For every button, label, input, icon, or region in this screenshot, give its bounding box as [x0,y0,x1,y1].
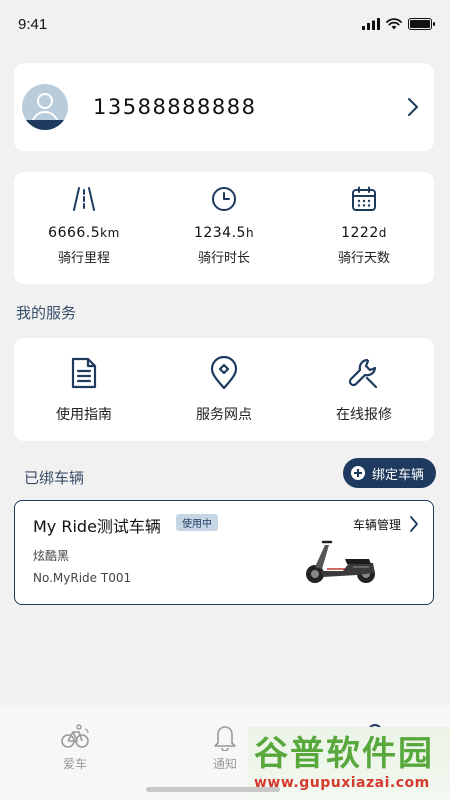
tab-bike[interactable]: 爱车 [0,705,150,800]
profile-phone: 13588888888 [93,95,257,119]
signal-icon [362,18,380,30]
services-card: 使用指南 服务网点 在线报修 [14,338,434,441]
vehicle-id: No.MyRide T001 [33,571,132,585]
watermark-url: www.gupuxiazai.com [254,775,430,791]
status-time: 9:41 [18,16,48,33]
stat-days: 1222d 骑行天数 [294,172,434,284]
watermark-title: 谷普软件园 [254,734,434,774]
wrench-icon [348,358,378,389]
calendar-icon [352,186,376,211]
scooter-image [306,540,375,583]
stat-duration: 1234.5h 骑行时长 [154,172,294,284]
bind-vehicle-label: 绑定车辆 [371,467,424,483]
chevron-right-icon [410,516,418,532]
service-outlets[interactable]: 服务网点 [154,338,294,441]
chevron-right-icon[interactable] [406,97,420,117]
location-pin-icon [210,356,238,390]
service-label: 在线报修 [336,407,392,423]
stat-value: 6666.5km [48,225,120,241]
vehicle-color: 炫酷黑 [33,549,70,563]
stat-label: 骑行时长 [197,251,250,266]
services-title: 我的服务 [16,304,77,322]
wifi-icon [386,18,402,30]
vehicles-title: 已绑车辆 [24,469,85,487]
document-icon [71,357,97,389]
tab-label: 爱车 [62,757,87,771]
stat-value: 1234.5h [193,225,255,241]
profile-card[interactable]: 13588888888 [14,63,434,151]
service-guide[interactable]: 使用指南 [14,338,154,441]
home-indicator [146,787,280,792]
vehicle-manage-label: 车辆管理 [352,517,401,532]
bind-vehicle-button[interactable]: 绑定车辆 [342,458,436,488]
tab-label: 通知 [212,757,237,771]
stat-label: 骑行里程 [57,251,110,266]
service-repair[interactable]: 在线报修 [294,338,434,441]
bike-icon [61,724,89,748]
bell-icon [214,726,236,751]
status-bar: 9:41 [0,0,450,50]
stat-label: 骑行天数 [337,251,390,266]
vehicle-card[interactable]: My Ride测试车辆 使用中 炫酷黑 No.MyRide T001 车辆管理 [14,500,434,605]
status-icons [362,18,435,30]
plus-circle-icon [350,466,365,480]
road-icon [73,187,95,211]
battery-icon [408,18,435,30]
avatar[interactable] [22,84,68,130]
stats-card: 6666.5km 骑行里程 1234.5h 骑行时长 1222d 骑行天数 [14,172,434,284]
status-badge: 使用中 [176,514,218,531]
service-label: 服务网点 [196,407,252,423]
stat-value: 1222d [341,225,387,241]
vehicle-manage-link[interactable]: 车辆管理 [353,515,419,533]
stat-mileage: 6666.5km 骑行里程 [14,172,154,284]
clock-icon [212,187,236,211]
service-label: 使用指南 [56,407,112,423]
